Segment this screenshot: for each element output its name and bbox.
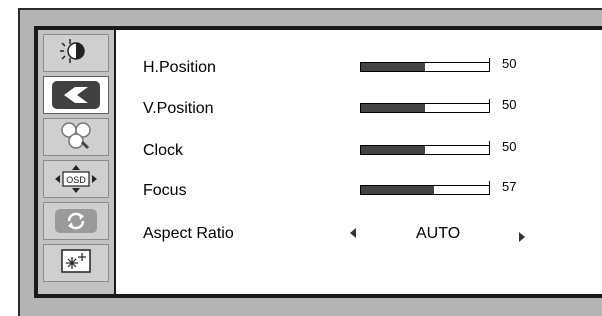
image-setup-panel: H.Position 50 V.Position 50 Clock 50 Foc… [116,30,602,294]
osd-icon: OSD [53,164,99,194]
setting-slider[interactable] [360,181,490,195]
color-temperature-tab[interactable] [43,118,109,156]
brightness-contrast-tab[interactable] [43,34,109,72]
slider-end-tick [489,181,490,195]
setting-row-aspect-ratio[interactable]: Aspect Ratio AUTO [116,214,602,254]
setting-row-focus[interactable]: Focus 57 [116,171,602,211]
slider-fill [361,63,425,71]
osd-setup-tab[interactable]: OSD [43,160,109,198]
reset-tab[interactable] [43,202,109,240]
slider-end-tick [489,99,490,113]
misc-tab[interactable] [43,244,109,282]
arrow-left-icon[interactable] [350,228,356,238]
aspect-ratio-value: AUTO [416,225,461,242]
image-setup-tab[interactable] [43,76,109,114]
setting-label: V.Position [143,100,214,117]
setting-slider[interactable] [360,141,490,155]
setting-row-v-position[interactable]: V.Position 50 [116,89,602,129]
brightness-contrast-icon [56,36,96,71]
reset-icon [55,209,97,233]
image-setup-icon [52,81,100,109]
setting-slider[interactable] [360,58,490,72]
osd-window: OSD H.Position 50 V.Position 50 Clock 50… [18,8,602,316]
setting-label: Clock [143,142,184,159]
slider-fill [361,186,434,194]
setting-value: 50 [502,139,517,154]
setting-row-clock[interactable]: Clock 50 [116,131,602,171]
setting-row-h-position[interactable]: H.Position 50 [116,48,602,88]
slider-fill [361,104,425,112]
setting-label: Aspect Ratio [143,225,234,242]
color-temperature-icon [56,120,96,155]
setting-value: 57 [502,179,517,194]
slider-fill [361,146,425,154]
slider-end-tick [489,141,490,155]
arrow-right-icon[interactable] [519,232,525,242]
setting-label: Focus [143,182,187,199]
setting-value: 50 [502,97,517,112]
sidebar: OSD [38,30,114,294]
osd-icon-label: OSD [66,175,86,185]
setting-label: H.Position [143,59,216,76]
setting-value: 50 [502,56,517,71]
setting-slider[interactable] [360,99,490,113]
misc-settings-icon [56,246,96,281]
slider-end-tick [489,58,490,72]
